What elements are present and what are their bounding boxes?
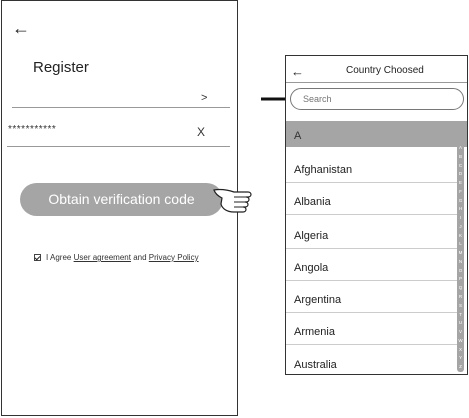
alphabet-letter[interactable]: I xyxy=(460,216,461,221)
account-field[interactable] xyxy=(12,83,230,107)
alphabet-letter[interactable]: H xyxy=(459,207,462,212)
page-title: Country Choosed xyxy=(346,65,424,76)
back-icon[interactable]: ← xyxy=(12,19,30,37)
alphabet-letter[interactable]: G xyxy=(459,198,463,204)
obtain-verification-code-button[interactable]: Obtain verification code xyxy=(20,183,223,216)
alphabet-letter[interactable]: J xyxy=(459,224,461,230)
alphabet-letter[interactable]: S xyxy=(459,303,462,309)
country-item[interactable]: Angola xyxy=(294,262,328,274)
clear-password-button[interactable]: X xyxy=(197,125,205,139)
list-divider xyxy=(286,312,458,313)
alphabet-letter[interactable]: D xyxy=(459,172,462,177)
alphabet-index[interactable]: ABCDEFGHIJKLMNOPQRSTUVWXYZ xyxy=(457,144,464,372)
account-field-underline xyxy=(12,107,230,108)
agree-prefix: I Agree xyxy=(46,253,72,262)
alphabet-letter[interactable]: C xyxy=(459,163,462,169)
alphabet-letter[interactable]: A xyxy=(459,145,462,151)
account-chevron-icon[interactable]: > xyxy=(201,92,207,104)
alphabet-letter[interactable]: X xyxy=(459,347,462,353)
privacy-policy-link[interactable]: Privacy Policy xyxy=(149,253,199,262)
agree-checkbox[interactable] xyxy=(34,254,41,261)
country-item[interactable]: Afghanistan xyxy=(294,164,352,176)
alphabet-letter[interactable]: L xyxy=(459,242,462,247)
alphabet-letter[interactable]: P xyxy=(459,277,462,282)
alphabet-letter[interactable]: R xyxy=(459,294,462,300)
list-divider xyxy=(286,344,458,345)
country-item[interactable]: Argentina xyxy=(294,294,341,306)
search-input[interactable] xyxy=(303,94,453,104)
password-field[interactable]: *********** xyxy=(8,124,56,135)
user-agreement-link[interactable]: User agreement xyxy=(74,253,131,262)
country-item[interactable]: Algeria xyxy=(294,230,328,242)
password-field-underline xyxy=(7,146,230,147)
alphabet-letter[interactable]: K xyxy=(459,233,462,239)
search-box xyxy=(290,88,464,110)
hand-pointer-icon xyxy=(213,189,252,213)
alphabet-letter[interactable]: Q xyxy=(459,286,463,291)
alphabet-letter[interactable]: B xyxy=(459,154,462,160)
country-item[interactable]: Armenia xyxy=(294,326,335,338)
header-divider xyxy=(286,82,467,83)
section-header: A xyxy=(286,121,467,147)
back-icon[interactable]: ← xyxy=(291,64,304,79)
country-item[interactable]: Australia xyxy=(294,359,337,371)
agreement-row: I Agree User agreement and Privacy Polic… xyxy=(34,253,199,262)
alphabet-letter[interactable]: E xyxy=(459,181,462,186)
register-screen: ← Register > *********** X Obtain verifi… xyxy=(1,0,238,416)
country-screen: ← Country Choosed A Afghanistan Albania … xyxy=(285,55,468,375)
list-divider xyxy=(286,280,458,281)
alphabet-letter[interactable]: Z xyxy=(459,365,462,370)
alphabet-letter[interactable]: T xyxy=(459,312,462,318)
alphabet-letter[interactable]: V xyxy=(459,330,462,335)
alphabet-letter[interactable]: O xyxy=(459,268,463,274)
list-divider xyxy=(286,248,458,249)
and-text: and xyxy=(133,253,147,262)
page-title: Register xyxy=(33,59,89,76)
alphabet-letter[interactable]: Y xyxy=(459,356,462,361)
alphabet-letter[interactable]: U xyxy=(459,321,462,326)
alphabet-letter[interactable]: F xyxy=(459,189,462,195)
alphabet-letter[interactable]: W xyxy=(458,338,462,344)
list-divider xyxy=(286,182,458,183)
alphabet-letter[interactable]: N xyxy=(459,259,462,265)
country-item[interactable]: Albania xyxy=(294,196,331,208)
alphabet-letter[interactable]: M xyxy=(459,251,463,256)
list-divider xyxy=(286,214,458,215)
